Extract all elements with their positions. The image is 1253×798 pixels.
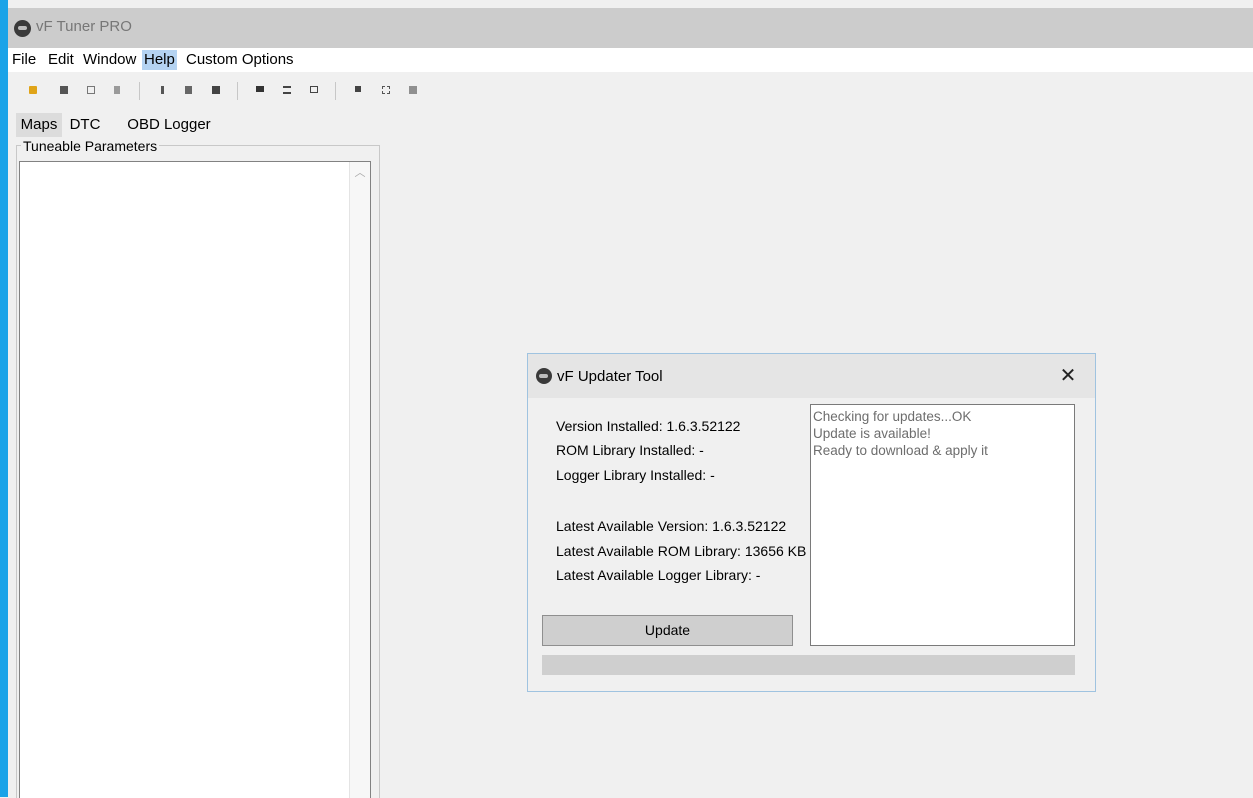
copy-icon[interactable] [183, 84, 195, 96]
logger-library-installed-label: Logger Library Installed: - [556, 467, 715, 483]
chevron-up-icon[interactable]: ︿ [354, 167, 366, 179]
log-line: Update is available! [813, 426, 931, 441]
compare-icon[interactable] [254, 84, 266, 96]
cut-icon[interactable] [156, 84, 168, 96]
list-scrollbar[interactable]: ︿ [349, 162, 370, 798]
menu-bar: File Edit Window Help Custom Options [8, 48, 1253, 72]
toolbar-separator [335, 82, 336, 100]
menu-custom-options[interactable]: Custom Options [184, 50, 296, 70]
toolbar-separator [139, 82, 140, 100]
toolbar-separator [237, 82, 238, 100]
paste-icon[interactable] [210, 84, 222, 96]
title-bar: vF Tuner PRO [8, 8, 1253, 48]
table-view-icon[interactable] [281, 84, 293, 96]
tab-maps[interactable]: Maps [16, 113, 62, 137]
menu-window[interactable]: Window [81, 50, 138, 70]
tab-dtc[interactable]: DTC [62, 113, 108, 137]
window-title: vF Tuner PRO [36, 18, 132, 35]
update-button[interactable]: Update [542, 615, 793, 646]
open-folder-icon[interactable] [27, 84, 39, 96]
latest-rom-library-label: Latest Available ROM Library: 13656 KB [556, 543, 807, 559]
updater-dialog: vF Updater Tool ✕ Version Installed: 1.6… [527, 353, 1096, 692]
close-icon[interactable]: ✕ [1052, 362, 1084, 390]
save-icon[interactable] [58, 84, 70, 96]
main-window: vF Tuner PRO File Edit Window Help Custo… [8, 0, 1253, 798]
stop-icon[interactable] [353, 84, 365, 96]
app-logo-icon [536, 368, 552, 384]
save-as-icon[interactable] [85, 84, 97, 96]
map-editor-icon[interactable] [407, 84, 419, 96]
latest-logger-library-label: Latest Available Logger Library: - [556, 567, 761, 583]
tab-obd-logger[interactable]: OBD Logger [108, 113, 230, 137]
menu-edit[interactable]: Edit [46, 50, 76, 70]
menu-file[interactable]: File [10, 50, 38, 70]
grid-icon[interactable] [380, 84, 392, 96]
toolbar [8, 76, 1253, 106]
app-logo-icon [14, 20, 31, 37]
window-accent-border [0, 0, 8, 797]
dialog-title: vF Updater Tool [557, 368, 663, 385]
menu-help[interactable]: Help [142, 50, 177, 70]
dialog-title-bar: vF Updater Tool ✕ [528, 354, 1095, 398]
log-line: Ready to download & apply it [813, 443, 988, 458]
properties-icon[interactable] [112, 84, 124, 96]
update-log[interactable]: Checking for updates...OK Update is avai… [810, 404, 1075, 646]
latest-version-label: Latest Available Version: 1.6.3.52122 [556, 518, 787, 534]
log-line: Checking for updates...OK [813, 409, 972, 424]
rom-library-installed-label: ROM Library Installed: - [556, 442, 704, 458]
parameters-list[interactable]: ︿ [19, 161, 371, 798]
group-label: Tuneable Parameters [21, 138, 160, 154]
update-progress-bar [542, 655, 1075, 675]
window-icon[interactable] [308, 84, 320, 96]
version-installed-label: Version Installed: 1.6.3.52122 [556, 418, 741, 434]
